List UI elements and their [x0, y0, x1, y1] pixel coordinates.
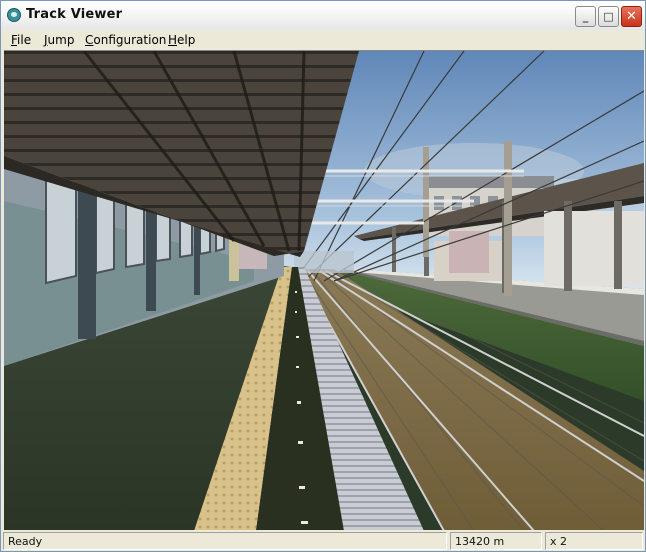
catenary-mast — [504, 141, 512, 296]
track-viewer-window: Track Viewer _ □ ✕ File Jump Configurati… — [0, 0, 646, 552]
window-title: Track Viewer — [26, 7, 123, 22]
maximize-button[interactable]: □ — [598, 6, 619, 27]
status-bar: Ready 13420 m x 2 — [1, 531, 645, 551]
menu-jump[interactable]: Jump — [41, 32, 77, 48]
menu-help[interactable]: Help — [165, 32, 198, 48]
distance-readout: 13420 m — [450, 532, 542, 550]
status-text: Ready — [3, 532, 447, 550]
close-button[interactable]: ✕ — [621, 6, 642, 27]
menu-file[interactable]: File — [8, 32, 34, 48]
app-icon — [7, 8, 21, 22]
track-3d-viewport[interactable] — [4, 50, 644, 530]
speed-multiplier: x 2 — [545, 532, 643, 550]
track-scene — [4, 51, 644, 530]
menu-bar: File Jump Configuration Help — [1, 30, 645, 50]
menu-configuration[interactable]: Configuration — [82, 32, 169, 48]
title-bar[interactable]: Track Viewer _ □ ✕ — [1, 1, 645, 31]
minimize-button[interactable]: _ — [575, 6, 596, 27]
